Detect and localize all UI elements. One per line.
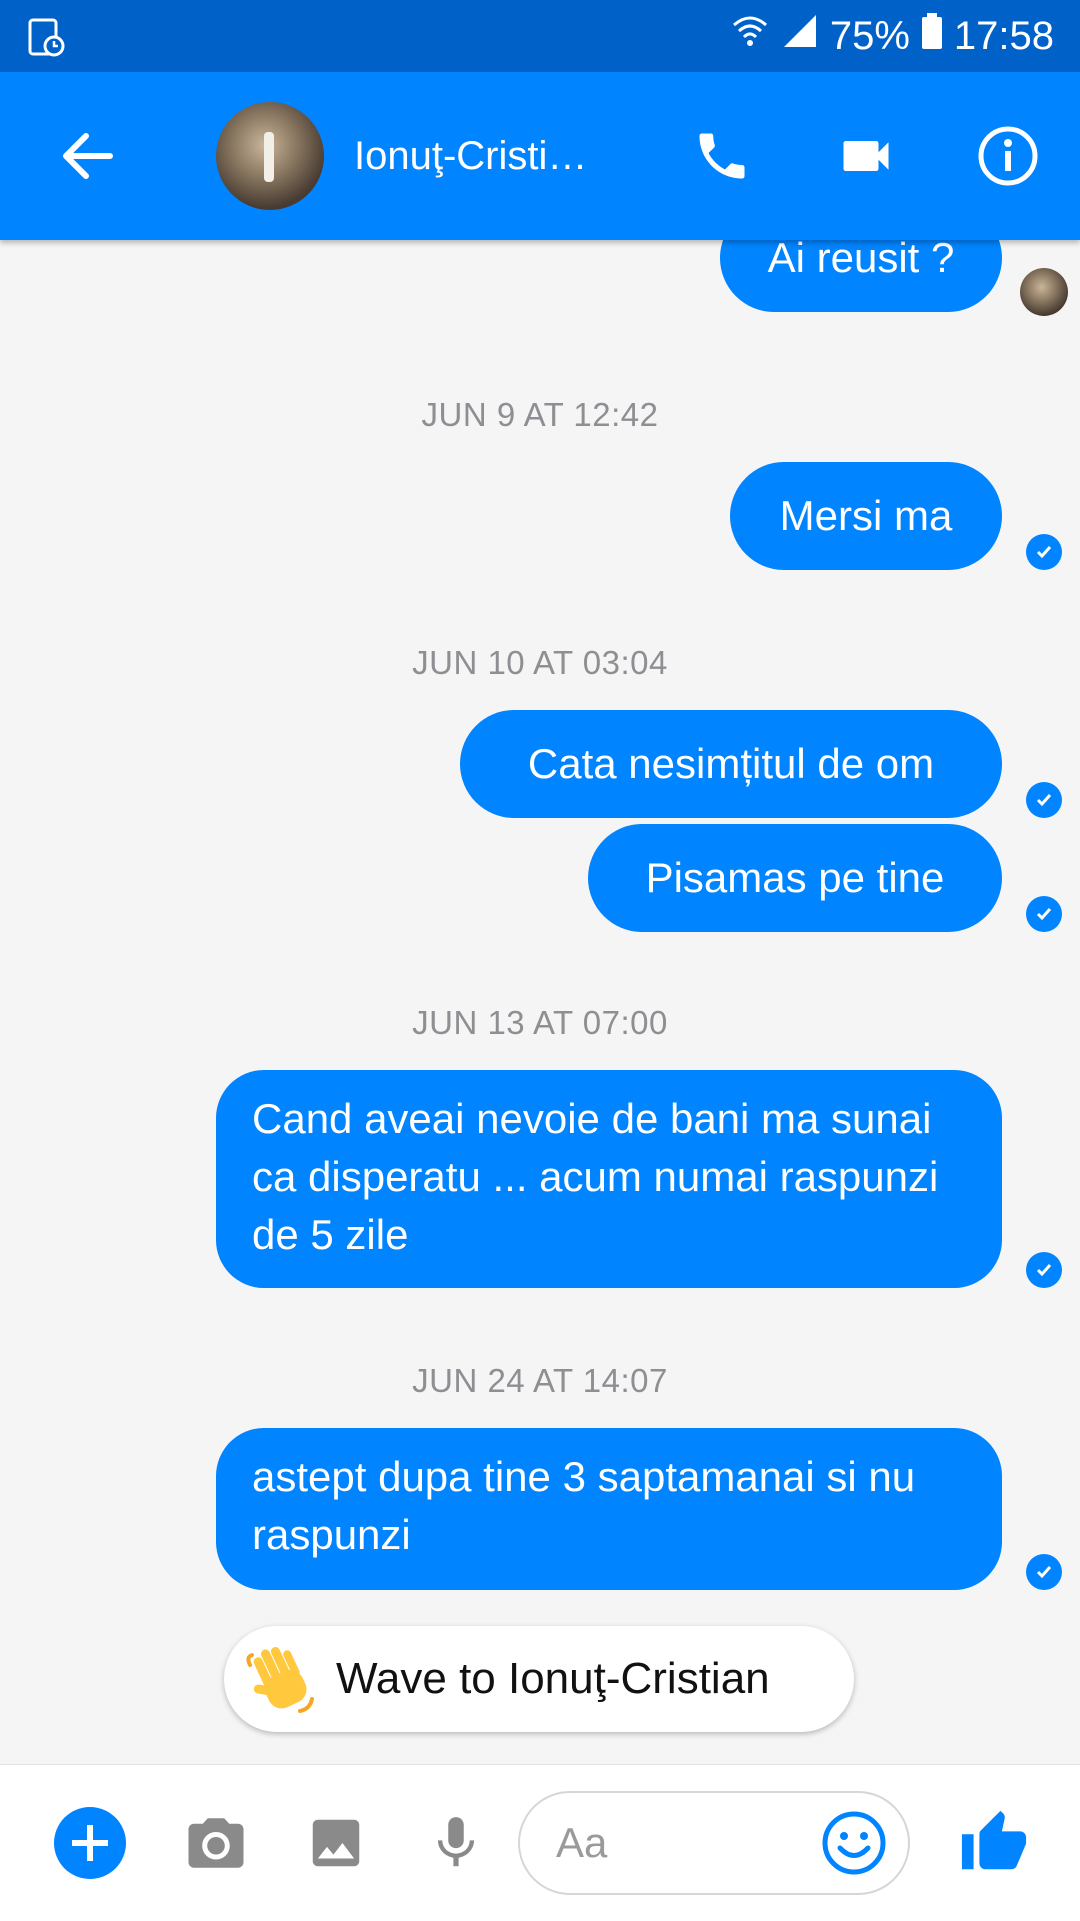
message-bubble[interactable]: Cata nesimțitul de om (460, 710, 1002, 818)
timestamp: JUN 9 AT 12:42 (421, 396, 659, 433)
message-input[interactable]: Aa (518, 1791, 910, 1895)
read-check-icon (1026, 896, 1062, 932)
battery-icon (920, 11, 944, 61)
conversation-header: Ionuţ-Cristi… (0, 72, 1080, 240)
wifi-icon (730, 11, 770, 61)
phone-icon[interactable] (684, 118, 760, 194)
timestamp: JUN 13 AT 07:00 (412, 1004, 668, 1041)
back-arrow-icon[interactable] (56, 124, 120, 188)
message-bubble[interactable]: astept dupa tine 3 saptamanai si nu rasp… (216, 1428, 1002, 1590)
video-call-icon[interactable] (828, 118, 904, 194)
status-bar: 75% 17:58 (0, 0, 1080, 72)
timestamp: JUN 24 AT 14:07 (412, 1362, 668, 1399)
read-check-icon (1026, 534, 1062, 570)
battery-percent: 75% (829, 14, 910, 58)
read-check-icon (1026, 782, 1062, 818)
microphone-icon[interactable] (418, 1805, 494, 1881)
emoji-icon[interactable] (818, 1807, 890, 1879)
timestamp: JUN 10 AT 03:04 (412, 644, 668, 681)
message-text: Pisamas pe tine (645, 854, 945, 901)
clock: 17:58 (953, 14, 1054, 58)
signal-icon (780, 11, 820, 61)
message-text: Mersi ma (779, 492, 953, 539)
message-bubble[interactable]: Mersi ma (730, 462, 1002, 570)
info-icon[interactable] (970, 118, 1046, 194)
message-bubble[interactable]: Pisamas pe tine (588, 824, 1002, 932)
screen-record-icon (26, 18, 66, 63)
camera-icon[interactable] (178, 1805, 254, 1881)
wave-label: Wave to Ionuţ-Cristian (336, 1654, 770, 1703)
message-text: astept dupa tine 3 saptamanai si nu rasp… (252, 1453, 916, 1558)
seen-avatar (1020, 268, 1068, 316)
message-placeholder: Aa (556, 1819, 608, 1866)
waving-hand-icon (246, 1647, 314, 1713)
read-check-icon (1026, 1252, 1062, 1288)
message-text: Cata nesimțitul de om (527, 740, 935, 787)
contact-avatar[interactable] (216, 102, 324, 210)
message-bubble[interactable]: Cand aveai nevoie de bani ma sunai ca di… (216, 1070, 1002, 1288)
gallery-icon[interactable] (298, 1805, 374, 1881)
message-text: Cand aveai nevoie de bani ma sunai ca di… (252, 1095, 939, 1258)
message-list[interactable]: Ai reusit ? JUN 9 AT 12:42 Mersi ma JUN … (0, 204, 1080, 1764)
plus-icon[interactable] (52, 1805, 128, 1881)
thumbs-up-icon[interactable] (956, 1805, 1032, 1881)
contact-name[interactable]: Ionuţ-Cristi… (354, 128, 594, 184)
composer-bar: Aa (0, 1764, 1080, 1921)
wave-button[interactable]: Wave to Ionuţ-Cristian (224, 1626, 854, 1732)
read-check-icon (1026, 1554, 1062, 1590)
